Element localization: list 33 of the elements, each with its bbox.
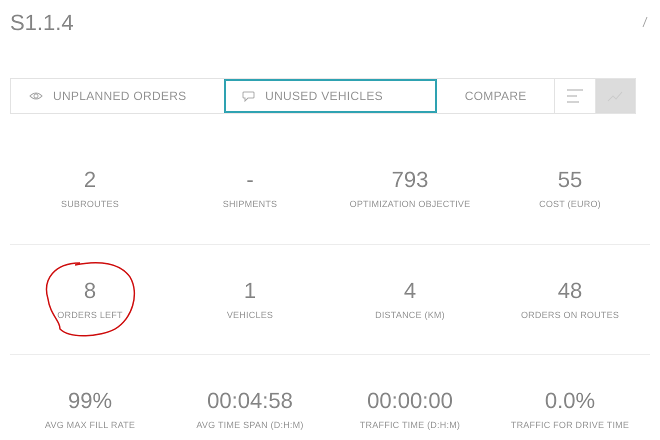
pencil-icon[interactable]	[642, 16, 648, 28]
stat-value: 2	[84, 166, 96, 194]
stat-label: SHIPMENTS	[222, 198, 278, 212]
stat-value: 4	[404, 276, 416, 305]
stat-label: SUBROUTES	[60, 198, 120, 212]
stat-label: AVG MAX FILL RATE	[44, 418, 136, 432]
stat-value: 1	[244, 276, 256, 305]
stat-value: 55	[558, 166, 582, 194]
stat-label: TRAFFIC FOR DRIVE TIME	[510, 418, 630, 432]
stat-value: 00:00:00	[367, 386, 453, 415]
stat-value: 48	[558, 276, 582, 305]
stat-value: 0.0%	[544, 386, 596, 415]
eye-icon	[29, 91, 43, 101]
toolbar-tab[interactable]: UNPLANNED ORDERS	[11, 79, 224, 113]
chat-icon	[242, 90, 256, 102]
chart-view-button[interactable]	[594, 79, 636, 113]
stat-value: 8	[84, 276, 96, 305]
stat-label: OPTIMIZATION OBJECTIVE	[350, 198, 470, 212]
list-icon	[566, 89, 584, 103]
stat-label: COST (EURO)	[539, 198, 601, 212]
stat-label: TRAFFIC TIME (D:H:M)	[360, 418, 460, 432]
stat-value: 00:04:58	[207, 386, 293, 415]
stat-value: -	[246, 166, 254, 194]
toolbar-tab[interactable]: UNUSED VEHICLES	[224, 79, 438, 113]
stat-label: ORDERS LEFT	[57, 308, 123, 322]
stat-label: VEHICLES	[226, 308, 274, 322]
stat-label: DISTANCE (KM)	[375, 308, 445, 322]
title: S1.1.4	[10, 8, 74, 36]
stat-label: AVG TIME SPAN (D:H:M)	[196, 418, 304, 432]
toolbar-tab[interactable]: COMPARE	[437, 79, 554, 113]
stat-value: 99%	[68, 386, 112, 415]
stat-label: ORDERS ON ROUTES	[520, 308, 620, 322]
stat-value: 793	[392, 166, 428, 194]
